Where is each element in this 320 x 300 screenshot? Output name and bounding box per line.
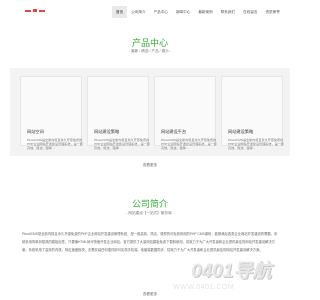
nav-item-products[interactable]: 产品中心 [150, 6, 172, 18]
product-card[interactable]: 网站建设策略 PbootCMS是全新内核且永久开源免费的PHP企业网站开发建设管… [221, 76, 284, 150]
product-card-desc: PbootCMS是全新内核且永久开源免费的PHP企业网站开发建设管理系统，是一套… [27, 138, 83, 151]
page: 首页 公司简介 产品中心 新闻中心 最新案例 联系我们 在线留言 资质荣誉 产品… [0, 0, 300, 300]
watermark: 0401导航 WWW.0401.COM [165, 256, 295, 300]
main-nav: 首页 公司简介 产品中心 新闻中心 最新案例 联系我们 在线留言 资质荣誉 [112, 6, 284, 18]
watermark-sub: WWW.0401.COM [173, 284, 235, 291]
products-subtitle: - 最新 / 精选 / 产品 / 展示 - [128, 49, 172, 53]
nav-item-contact[interactable]: 联系我们 [217, 6, 239, 18]
nav-item-cases[interactable]: 最新案例 [194, 6, 216, 18]
header: 首页 公司简介 产品中心 新闻中心 最新案例 联系我们 在线留言 资质荣誉 [0, 0, 300, 21]
product-card[interactable]: 网站建设平台 PbootCMS是全新内核且永久开源免费的PHP企业网站开发建设管… [154, 76, 217, 150]
products-title: 产品中心 [131, 38, 168, 48]
nav-item-message[interactable]: 在线留言 [239, 6, 261, 18]
site-logo[interactable] [25, 8, 53, 14]
product-card-title: 网站空间 [27, 129, 44, 134]
watermark-text: 0401导航 [191, 261, 272, 282]
product-card-desc: PbootCMS是全新内核且永久开源免费的PHP企业网站开发建设管理系统，是一套… [161, 138, 217, 151]
nav-item-about[interactable]: 公司简介 [127, 6, 149, 18]
product-card-title: 网站建设平台 [161, 129, 187, 134]
products-more-link[interactable]: 查看更多 [0, 163, 300, 168]
about-title: 公司简介 [131, 199, 168, 209]
product-card[interactable]: 网站空间 PbootCMS是全新内核且永久开源免费的PHP企业网站开发建设管理系… [20, 76, 83, 150]
about-body: PbootCMS是全新内核且永久开源免费的PHP企业网站开发建设管理系统，是一套… [22, 232, 278, 253]
nav-item-home[interactable]: 首页 [112, 6, 128, 18]
product-card-desc: PbootCMS是全新内核且永久开源免费的PHP企业网站开发建设管理系统，是一套… [228, 138, 284, 151]
product-card[interactable]: 网站建设策略 PbootCMS是全新内核且永久开源免费的PHP企业网站开发建设管… [87, 76, 150, 150]
product-card-title: 网站建设策略 [94, 129, 120, 134]
about-subtitle: - 网站建设【一站式】服务商 - [126, 211, 174, 215]
products-panel: 网站空间 PbootCMS是全新内核且永久开源免费的PHP企业网站开发建设管理系… [10, 68, 290, 156]
nav-item-honors[interactable]: 资质荣誉 [261, 6, 283, 18]
nav-item-news[interactable]: 新闻中心 [172, 6, 194, 18]
product-card-title: 网站建设策略 [228, 129, 254, 134]
product-card-desc: PbootCMS是全新内核且永久开源免费的PHP企业网站开发建设管理系统，是一套… [94, 138, 150, 151]
